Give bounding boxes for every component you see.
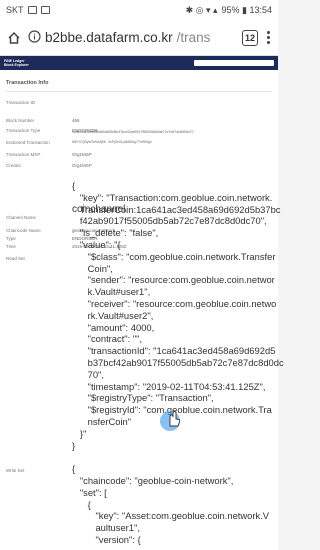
info-icon[interactable] <box>28 29 41 46</box>
logo-line-2: Block Explorer <box>4 63 29 67</box>
url-host: b2bbe.datafarm.co.kr <box>45 30 173 45</box>
tab-switcher-button[interactable]: 12 <box>242 29 258 46</box>
row-value: ENDORSER <box>72 128 98 133</box>
row-label: Time <box>6 244 16 249</box>
row-value: Org1MSP <box>72 152 92 157</box>
row-label: Transaction MSP <box>6 152 41 157</box>
home-icon[interactable] <box>6 30 22 46</box>
address-bar[interactable]: b2bbe.datafarm.co.kr/trans <box>28 25 236 50</box>
row-label: Type <box>6 236 16 241</box>
row-label: Chaincode Name <box>6 228 41 233</box>
status-bar: SKT ✱ ◎ ▾ ▴ 95% ▮ 13:54 <box>0 0 278 20</box>
overflow-menu-icon[interactable] <box>264 31 272 44</box>
url-path: /trans <box>176 30 211 45</box>
row-label: Transaction Type <box>6 128 41 133</box>
touch-cursor-icon <box>160 407 186 431</box>
row-label: Read Set <box>6 256 25 261</box>
row-label: Creator <box>6 163 22 168</box>
row-value: Org1MSP <box>72 163 92 168</box>
transaction-id-label: Transaction ID <box>6 100 36 105</box>
row-label: Block Number <box>6 118 35 123</box>
row-label: Endorsed Transaction <box>6 140 50 145</box>
page-title: Transaction Info <box>6 80 49 86</box>
carrier-label: SKT <box>6 5 24 15</box>
status-left: SKT <box>6 5 50 15</box>
row-value: MEYCIQDyW7eHa3jSK...9xPjOeGLpBAiEAqYTmRK… <box>72 140 152 144</box>
row-label: Channel Name <box>6 215 37 220</box>
transaction-info-panel: Transaction Info Transaction ID 1ca641ac… <box>0 70 284 550</box>
divider <box>6 91 272 92</box>
notification-icon <box>27 6 37 14</box>
nav-search-input[interactable] <box>194 60 274 66</box>
status-right: ✱ ◎ ▾ ▴ 95% ▮ 13:54 <box>186 5 272 16</box>
notification-icon <box>40 6 50 14</box>
write-set-label: Write Set <box>6 468 25 473</box>
battery-time: 95% ▮ 13:54 <box>221 4 273 15</box>
row-value: 465 <box>72 118 80 123</box>
app-navbar: FINE Ledger Block Explorer <box>0 56 278 70</box>
app-logo[interactable]: FINE Ledger Block Explorer <box>4 59 29 67</box>
read-set-json: { "key": "Transaction:com.geoblue.coin.n… <box>72 180 284 545</box>
signal-icons: ✱ ◎ ▾ ▴ <box>185 4 218 15</box>
browser-toolbar: b2bbe.datafarm.co.kr/trans 12 <box>0 20 278 56</box>
